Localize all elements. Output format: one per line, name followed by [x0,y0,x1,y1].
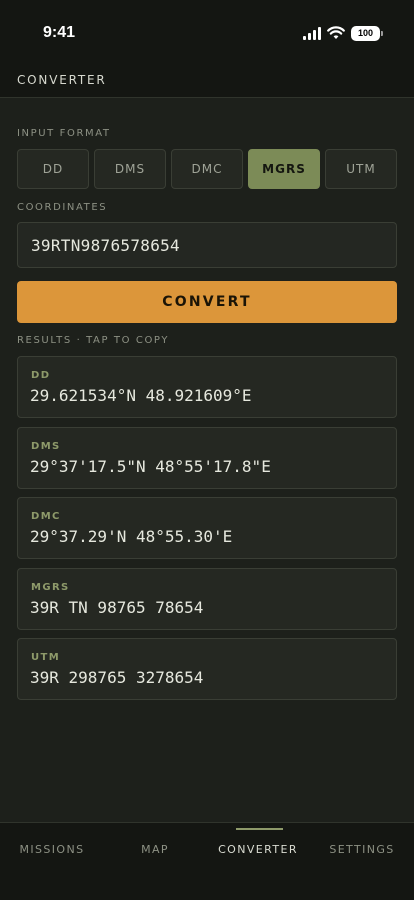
status-icons: 100 [303,24,383,42]
page-title: CONVERTER [17,73,107,87]
tab-missions[interactable]: MISSIONS [0,843,104,856]
result-value: 29°37'17.5"N 48°55'17.8"E [30,457,271,476]
result-card-utm[interactable]: UTM 39R 298765 3278654 [17,638,397,700]
tab-converter[interactable]: CONVERTER [206,843,310,856]
format-option-dmc[interactable]: DMC [171,149,243,189]
results-label: RESULTS · TAP TO COPY [17,335,170,346]
app-header: CONVERTER [0,64,414,98]
status-time: 9:41 [43,24,76,41]
result-card-dd[interactable]: DD 29.621534°N 48.921609°E [17,356,397,418]
result-value: 39R TN 98765 78654 [30,598,204,617]
format-option-mgrs[interactable]: MGRS [248,149,320,189]
result-label: MGRS [31,582,70,593]
input-format-label: INPUT FORMAT [17,128,111,139]
coordinates-input[interactable]: 39RTN9876578654 [17,222,397,268]
coordinates-label: COORDINATES [17,202,108,213]
result-card-mgrs[interactable]: MGRS 39R TN 98765 78654 [17,568,397,630]
battery-icon: 100 [351,25,383,41]
result-card-dms[interactable]: DMS 29°37'17.5"N 48°55'17.8"E [17,427,397,489]
cellular-signal-icon [303,26,321,40]
result-label: DD [31,370,51,381]
tab-bar: MISSIONS MAP CONVERTER SETTINGS [0,822,414,900]
format-option-utm[interactable]: UTM [325,149,397,189]
result-card-dmc[interactable]: DMC 29°37.29'N 48°55.30'E [17,497,397,559]
convert-button[interactable]: CONVERT [17,281,397,323]
result-value: 29°37.29'N 48°55.30'E [30,527,233,546]
format-option-dd[interactable]: DD [17,149,89,189]
status-bar: 9:41 100 [0,0,414,64]
wifi-icon [327,26,345,39]
result-label: DMS [31,441,61,452]
active-tab-indicator [236,828,283,830]
tab-settings[interactable]: SETTINGS [310,843,414,856]
result-value: 29.621534°N 48.921609°E [30,386,252,405]
result-label: UTM [31,652,61,663]
format-option-dms[interactable]: DMS [94,149,166,189]
result-label: DMC [31,511,61,522]
format-selector: DD DMS DMC MGRS UTM [17,149,397,189]
result-value: 39R 298765 3278654 [30,668,204,687]
tab-map[interactable]: MAP [103,843,207,856]
